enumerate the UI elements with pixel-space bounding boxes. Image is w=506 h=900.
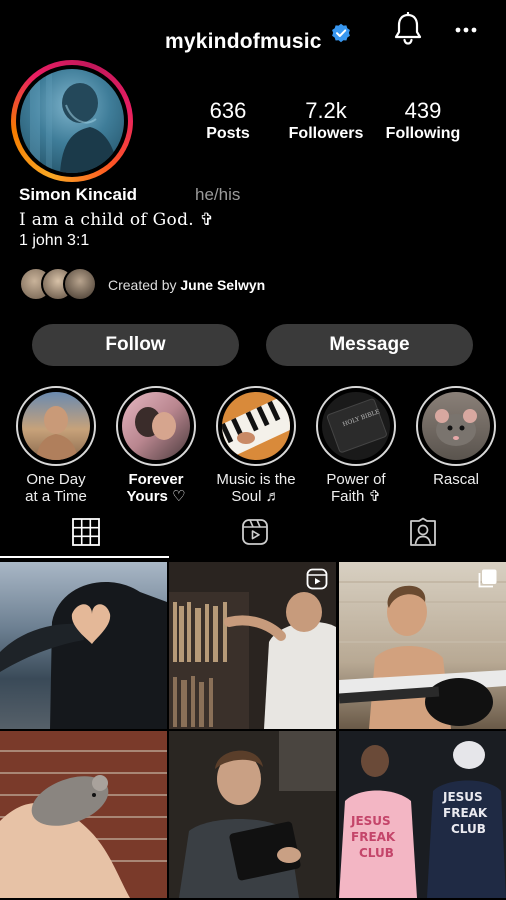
highlight-cover: [222, 392, 290, 460]
highlight-cover: [122, 392, 190, 460]
posts-label: Posts: [206, 125, 250, 142]
post-thumbnail[interactable]: [339, 562, 506, 729]
avatar-photo: [20, 69, 124, 173]
posts-grid: JESUS FREAK CLUB JESUS FREAK CLUB: [0, 562, 506, 900]
highlight-label: Music is the Soul ♬: [216, 471, 296, 505]
multiple-posts-icon: [478, 569, 497, 588]
highlight-cover: [422, 392, 490, 460]
bio-line: 1 john 3:1: [19, 232, 90, 249]
highlight-cover: [22, 392, 90, 460]
following-count: 439: [404, 98, 442, 123]
follow-button[interactable]: Follow: [32, 324, 239, 366]
svg-text:JESUS: JESUS: [350, 814, 391, 828]
highlight-forever-yours[interactable]: Forever Yours ♡: [115, 386, 197, 505]
svg-text:JESUS: JESUS: [442, 790, 483, 804]
svg-text:CLUB: CLUB: [451, 822, 486, 836]
highlight-rascal[interactable]: Rascal: [415, 386, 497, 488]
more-options-icon[interactable]: [454, 26, 478, 34]
profile-username: mykindofmusic: [165, 30, 322, 53]
notifications-bell-icon[interactable]: [392, 12, 424, 46]
highlight-label: Rascal: [433, 471, 479, 488]
post-thumbnail[interactable]: [0, 731, 167, 898]
created-by-prefix: Created by: [108, 277, 181, 293]
followers-label: Followers: [288, 125, 364, 142]
posts-stat[interactable]: 636 Posts: [196, 98, 260, 144]
creator-avatars[interactable]: [19, 267, 101, 303]
profile-avatar[interactable]: [11, 60, 133, 182]
profile-name: Simon Kincaid: [19, 185, 138, 204]
post-thumbnail[interactable]: [169, 731, 336, 898]
post-thumbnail[interactable]: [169, 562, 336, 729]
posts-count: 636: [209, 98, 247, 123]
svg-text:FREAK: FREAK: [351, 830, 396, 844]
grid-tab-icon[interactable]: [71, 517, 101, 547]
verified-badge-icon: [332, 23, 350, 43]
profile-pronouns: he/his: [195, 185, 241, 204]
post-thumbnail[interactable]: [0, 562, 167, 729]
highlight-cover: HOLY BIBLE: [322, 392, 390, 460]
highlight-music-is-the-soul[interactable]: Music is the Soul ♬: [215, 386, 297, 505]
following-label: Following: [385, 125, 461, 142]
reel-icon: [306, 568, 328, 590]
svg-text:FREAK: FREAK: [443, 806, 488, 820]
post-thumbnail[interactable]: JESUS FREAK CLUB JESUS FREAK CLUB: [339, 731, 506, 898]
created-by-name: June Selwyn: [180, 277, 266, 293]
highlight-one-day-at-a-time[interactable]: One Day at a Time: [15, 386, 97, 505]
following-stat[interactable]: 439 Following: [380, 98, 466, 144]
highlight-power-of-faith[interactable]: HOLY BIBLE Power of Faith ✞: [315, 386, 397, 505]
svg-text:CLUB: CLUB: [359, 846, 394, 860]
followers-stat[interactable]: 7.2k Followers: [282, 98, 370, 144]
tagged-tab-icon[interactable]: [408, 517, 438, 547]
avatar: [63, 267, 97, 301]
created-by-text[interactable]: Created by June Selwyn: [108, 277, 265, 293]
followers-count: 7.2k: [305, 98, 347, 123]
reels-tab-icon[interactable]: [240, 517, 270, 547]
highlight-label: Power of Faith ✞: [326, 471, 386, 505]
active-tab-indicator: [0, 556, 169, 558]
highlight-label: One Day at a Time: [25, 471, 87, 505]
highlight-label: Forever Yours ♡: [126, 471, 186, 505]
avatar-figure: [30, 69, 118, 173]
bio-line: I am a child of God. ✞: [19, 210, 215, 230]
message-button[interactable]: Message: [266, 324, 473, 366]
